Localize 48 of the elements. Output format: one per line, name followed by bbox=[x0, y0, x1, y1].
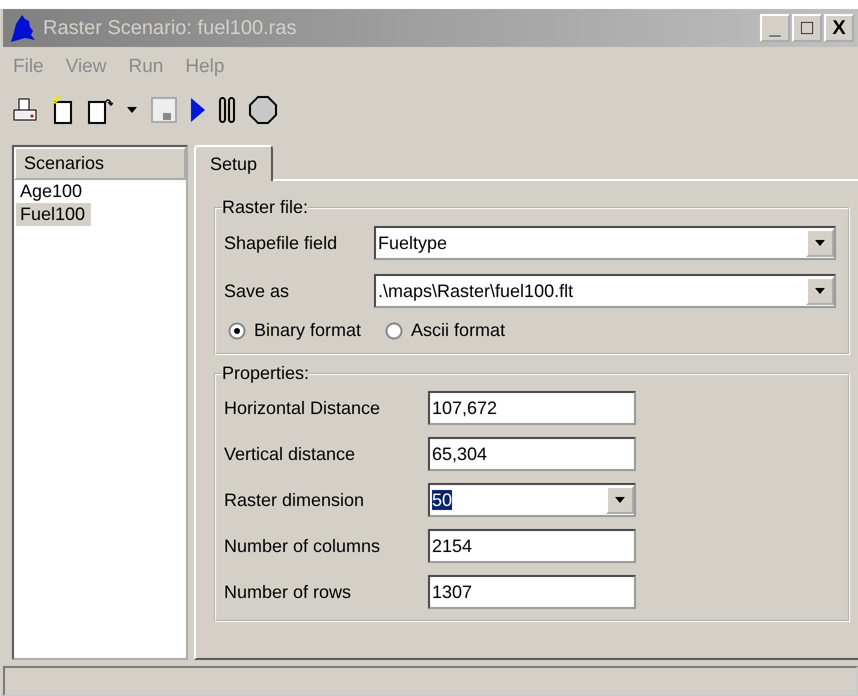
play-icon bbox=[191, 98, 205, 122]
close-button[interactable]: X bbox=[824, 14, 854, 42]
dropdown-button[interactable] bbox=[806, 229, 834, 257]
toolbar-button[interactable] bbox=[127, 107, 137, 113]
stop-icon bbox=[249, 96, 277, 124]
field-label: Raster dimension bbox=[224, 490, 366, 510]
save-icon bbox=[151, 97, 177, 123]
input-field[interactable]: 65,304 bbox=[428, 437, 636, 471]
tab[interactable]: Setup bbox=[194, 145, 274, 181]
caret-icon bbox=[815, 288, 825, 294]
caret-icon bbox=[815, 240, 825, 246]
minimize-button[interactable]: _ bbox=[760, 14, 790, 42]
input-field[interactable]: 107,672 bbox=[428, 391, 636, 425]
toolbar-button[interactable] bbox=[13, 98, 37, 122]
toolbar-button[interactable] bbox=[51, 96, 73, 124]
dropdown-button[interactable] bbox=[806, 277, 834, 305]
radio-label: Binary format bbox=[254, 320, 362, 341]
field-label: Number of columns bbox=[224, 536, 382, 556]
new-file-icon bbox=[51, 96, 73, 124]
list-item[interactable]: Age100 bbox=[16, 180, 88, 203]
toolbar-button[interactable] bbox=[219, 97, 235, 123]
column-header: Scenarios bbox=[14, 147, 186, 180]
maximize-button[interactable]: □ bbox=[792, 14, 822, 42]
caret-icon bbox=[615, 497, 625, 503]
field-label: Vertical distance bbox=[224, 444, 356, 464]
field-label: Shapefile field bbox=[224, 232, 338, 254]
group-title: Raster file: bbox=[222, 197, 308, 218]
window-title: Raster Scenario: fuel100.ras bbox=[43, 16, 298, 40]
dropdown-field[interactable]: Fueltype bbox=[374, 226, 836, 260]
pause-icon bbox=[219, 97, 235, 123]
list-item[interactable]: Fuel100 bbox=[16, 203, 92, 226]
field-label: Number of rows bbox=[224, 582, 352, 602]
dropdown-button[interactable] bbox=[606, 486, 634, 514]
toolbar-button[interactable] bbox=[191, 98, 205, 122]
radio-label: Ascii format bbox=[411, 320, 506, 341]
dropdown-field[interactable]: 50 bbox=[428, 483, 636, 517]
field-label: Save as bbox=[224, 280, 290, 302]
printer-icon bbox=[13, 98, 37, 122]
field-label: Horizontal Distance bbox=[224, 398, 382, 418]
group-title: Properties: bbox=[222, 363, 310, 384]
radio-button[interactable] bbox=[228, 322, 246, 340]
caret-icon bbox=[127, 107, 137, 113]
app-logo-icon bbox=[9, 13, 37, 43]
input-field[interactable]: 2154 bbox=[428, 529, 636, 563]
input-field[interactable]: 1307 bbox=[428, 575, 636, 609]
dropdown-field[interactable]: .\maps\Raster\fuel100.flt bbox=[374, 274, 836, 308]
toolbar-button[interactable] bbox=[249, 96, 277, 124]
radio-button[interactable] bbox=[385, 322, 404, 340]
